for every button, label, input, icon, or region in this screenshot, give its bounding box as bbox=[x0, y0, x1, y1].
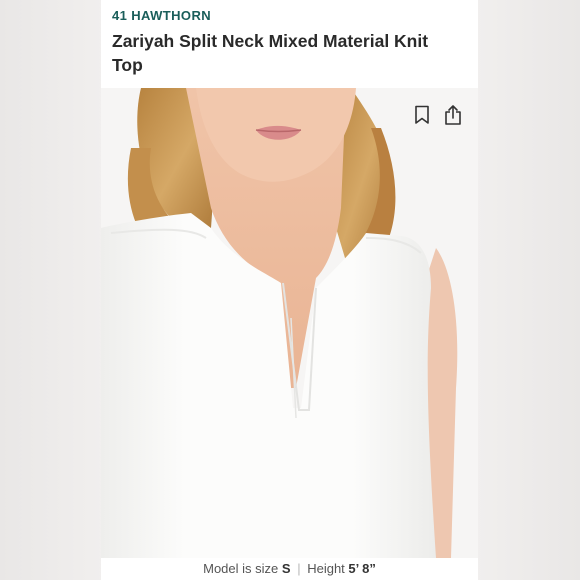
bookmark-icon[interactable] bbox=[409, 102, 435, 128]
brand-link[interactable]: 41 HAWTHORN bbox=[112, 8, 211, 23]
height-label: Height bbox=[307, 561, 345, 576]
product-photo[interactable] bbox=[101, 88, 478, 558]
height-value: 5’ 8” bbox=[348, 561, 376, 576]
model-image bbox=[101, 88, 478, 558]
share-icon[interactable] bbox=[440, 102, 466, 128]
product-card: 41 HAWTHORN Zariyah Split Neck Mixed Mat… bbox=[101, 0, 478, 580]
model-size-value: S bbox=[281, 561, 291, 576]
fit-separator: | bbox=[297, 561, 301, 576]
model-size-label: Model is size bbox=[203, 561, 279, 576]
model-fit-info: Model is size S | Height 5’ 8” bbox=[101, 558, 478, 580]
product-header: 41 HAWTHORN Zariyah Split Neck Mixed Mat… bbox=[101, 0, 478, 88]
product-title: Zariyah Split Neck Mixed Material Knit T… bbox=[112, 31, 429, 75]
